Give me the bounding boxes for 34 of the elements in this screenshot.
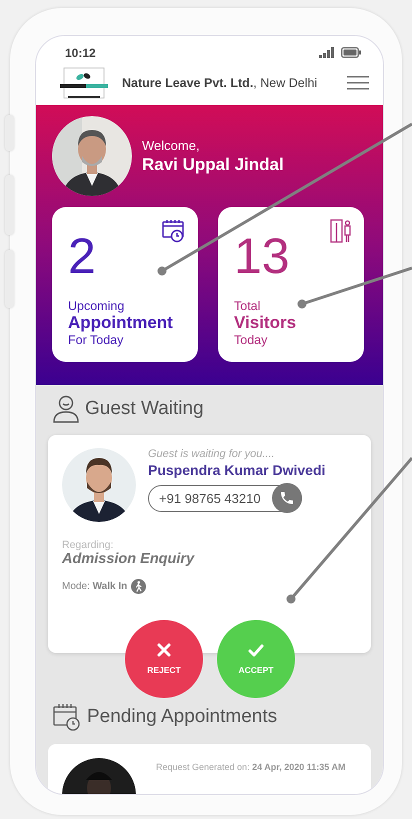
walking-person-icon [131, 579, 146, 594]
reject-button[interactable]: REJECT [125, 620, 203, 698]
regarding-value: Admission Enquiry [62, 551, 194, 567]
stat-label: Upcoming [68, 299, 124, 313]
company-name: Nature Leave Pvt. Ltd., New Delhi [122, 76, 318, 90]
person-icon [53, 395, 79, 423]
welcome-label: Welcome, [142, 138, 201, 152]
waiting-status: Guest is waiting for you.... [148, 448, 275, 460]
phone-icon [278, 490, 295, 506]
visit-mode: Mode: Walk In [62, 581, 128, 592]
guest-name: Puspendra Kumar Dwivedi [148, 462, 326, 478]
check-icon [248, 644, 264, 656]
call-button[interactable] [272, 483, 302, 513]
stat-title: Appointment [68, 313, 173, 333]
signal-icon [319, 47, 335, 58]
status-time: 10:12 [65, 46, 96, 60]
stat-card[interactable]: 13 Total Visitors Today [218, 207, 364, 362]
user-name: Ravi Uppal Jindal [142, 154, 284, 174]
calendar-clock-icon [53, 703, 81, 731]
appointment-card[interactable]: Request Generated on: 24 Apr, 2020 11:35 AM [48, 744, 371, 794]
stat-card[interactable]: 2 Upcoming Appointment For Today [52, 207, 198, 362]
stat-label: Today [234, 333, 268, 347]
stat-label: For Today [68, 333, 124, 347]
stat-title: Visitors [234, 313, 296, 333]
section-title: Pending Appointments [87, 706, 278, 728]
close-icon [157, 643, 171, 657]
stat-count: 13 [234, 231, 290, 281]
battery-icon [341, 47, 361, 58]
stat-count: 2 [68, 231, 96, 281]
request-date: Request Generated on: 24 Apr, 2020 11:35 AM [156, 762, 346, 772]
regarding-label: Regarding: [62, 539, 114, 551]
section-title: Guest Waiting [85, 398, 204, 420]
menu-icon[interactable] [347, 74, 369, 90]
stat-label: Total [234, 299, 260, 313]
